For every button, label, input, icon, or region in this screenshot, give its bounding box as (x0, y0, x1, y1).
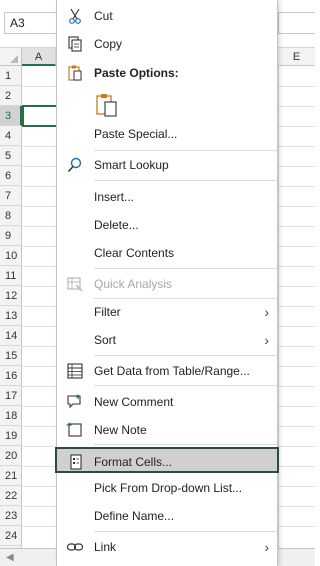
scissors-icon (69, 8, 81, 24)
row-header[interactable]: 7 (0, 186, 22, 206)
row-header[interactable]: 9 (0, 226, 22, 246)
row-header[interactable]: 24 (0, 526, 22, 546)
menu-label: Define Name... (94, 509, 175, 523)
formula-input[interactable] (278, 12, 315, 34)
menu-separator (94, 180, 277, 181)
menu-label: Pick From Drop-down List... (94, 481, 243, 495)
menu-label: New Note (94, 423, 147, 437)
column-header-e[interactable]: E (278, 48, 315, 66)
scroll-left-icon[interactable]: ◀ (6, 552, 14, 563)
column-header-a[interactable]: A (22, 48, 56, 66)
search-icon (67, 157, 82, 173)
chevron-right-icon: › (264, 332, 269, 348)
table-icon (67, 363, 83, 379)
menu-separator (94, 385, 277, 386)
row-header[interactable]: 13 (0, 306, 22, 326)
context-menu: Cut Copy Paste Options: Paste Special... (55, 0, 279, 566)
menu-item-paste-special[interactable]: Paste Special... (57, 121, 277, 147)
menu-label: Quick Analysis (94, 277, 173, 291)
paste-clipboard-icon[interactable] (94, 92, 120, 118)
menu-label: Get Data from Table/Range... (94, 364, 250, 378)
row-header[interactable]: 11 (0, 266, 22, 286)
menu-label: Copy (94, 37, 123, 51)
menu-item-clear-contents[interactable]: Clear Contents (57, 240, 277, 266)
menu-label: Sort (94, 333, 117, 347)
copy-icon (68, 36, 82, 52)
comment-icon (67, 394, 81, 409)
menu-label: Cut (94, 9, 113, 23)
row-header[interactable]: 15 (0, 346, 22, 366)
row-header[interactable]: 22 (0, 486, 22, 506)
menu-separator (94, 355, 277, 356)
menu-label: Filter (94, 305, 121, 319)
menu-separator (94, 531, 277, 532)
menu-item-insert[interactable]: Insert... (57, 184, 277, 210)
menu-item-define-name[interactable]: Define Name... (57, 503, 277, 529)
menu-item-smart-lookup[interactable]: Smart Lookup (57, 152, 277, 178)
menu-label: Paste Special... (94, 127, 178, 141)
menu-item-pick-dropdown[interactable]: Pick From Drop-down List... (57, 475, 277, 501)
row-header[interactable]: 4 (0, 126, 22, 146)
row-header-selected[interactable]: 3 (0, 106, 22, 126)
row-header[interactable]: 19 (0, 426, 22, 446)
row-header[interactable]: 14 (0, 326, 22, 346)
menu-separator (94, 268, 277, 269)
row-header[interactable]: 23 (0, 506, 22, 526)
clipboard-icon (68, 65, 82, 81)
row-header[interactable]: 1 (0, 66, 22, 86)
select-all-button[interactable] (0, 48, 22, 66)
row-header[interactable]: 21 (0, 466, 22, 486)
menu-item-sort[interactable]: Sort › (57, 327, 277, 353)
menu-item-new-comment[interactable]: New Comment (57, 389, 277, 415)
menu-item-format-cells[interactable]: Format Cells... (55, 447, 279, 473)
link-icon (66, 543, 84, 551)
row-header[interactable]: 5 (0, 146, 22, 166)
menu-label: Smart Lookup (94, 158, 169, 172)
menu-label: Clear Contents (94, 246, 175, 260)
menu-separator (94, 150, 277, 151)
row-header[interactable]: 6 (0, 166, 22, 186)
menu-label: Paste Options: (94, 66, 179, 80)
chevron-right-icon: › (264, 539, 269, 555)
menu-item-link[interactable]: Link › (57, 534, 277, 560)
row-header[interactable]: 10 (0, 246, 22, 266)
menu-item-quick-analysis: Quick Analysis (57, 271, 277, 297)
row-header[interactable]: 16 (0, 366, 22, 386)
menu-label: New Comment (94, 395, 174, 409)
format-cells-icon (70, 454, 82, 470)
row-header[interactable]: 2 (0, 86, 22, 106)
row-header[interactable]: 8 (0, 206, 22, 226)
menu-label: Insert... (94, 190, 135, 204)
active-cell-a3[interactable] (22, 105, 58, 127)
row-header-bar: 1 2 3 4 5 6 7 8 9 10 11 12 13 14 15 16 1… (0, 66, 22, 548)
row-header[interactable]: 20 (0, 446, 22, 466)
menu-item-paste-options: Paste Options: (57, 60, 277, 86)
menu-item-copy[interactable]: Copy (57, 31, 277, 57)
menu-item-filter[interactable]: Filter › (57, 299, 277, 325)
row-header[interactable]: 18 (0, 406, 22, 426)
note-icon (66, 422, 82, 437)
name-box[interactable]: A3 (4, 12, 58, 34)
quick-analysis-icon (67, 277, 83, 292)
menu-item-get-data[interactable]: Get Data from Table/Range... (57, 358, 277, 384)
row-header[interactable]: 12 (0, 286, 22, 306)
chevron-right-icon: › (264, 304, 269, 320)
menu-item-new-note[interactable]: New Note (57, 417, 277, 443)
row-header[interactable]: 17 (0, 386, 22, 406)
menu-item-delete[interactable]: Delete... (57, 212, 277, 238)
menu-separator (94, 444, 277, 445)
menu-label: Format Cells... (94, 455, 173, 469)
menu-label: Link (94, 540, 117, 554)
menu-label: Delete... (94, 218, 139, 232)
menu-item-cut[interactable]: Cut (57, 3, 277, 29)
